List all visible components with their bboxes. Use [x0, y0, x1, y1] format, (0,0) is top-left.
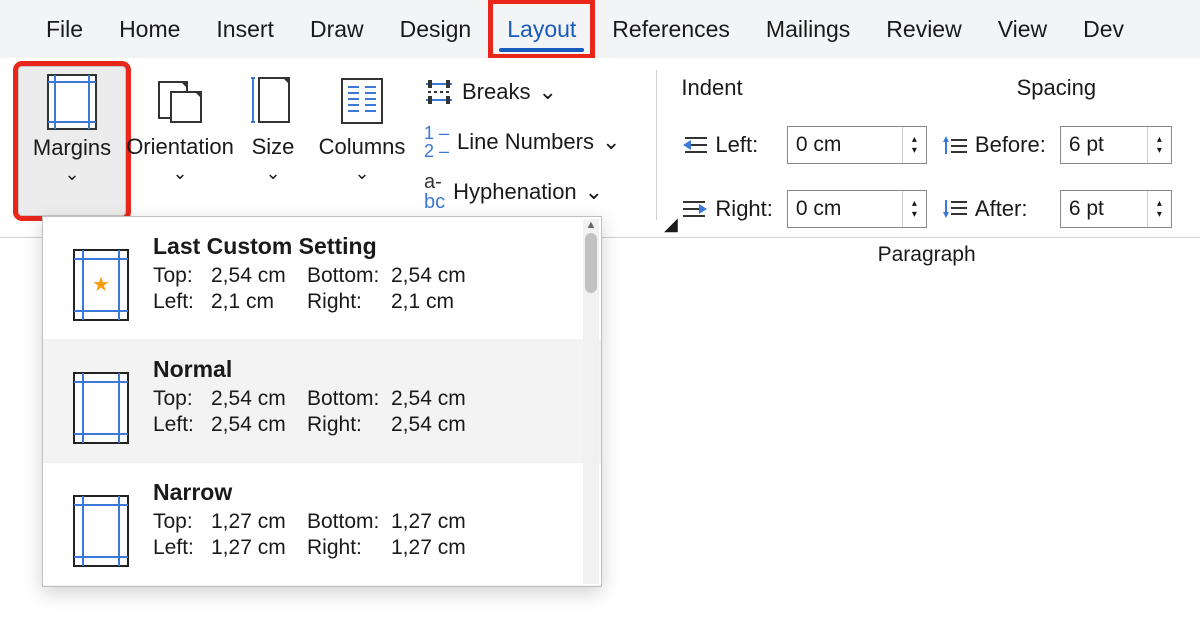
- columns-icon: [340, 72, 384, 130]
- page-setup-dialog-launcher[interactable]: ◢: [664, 214, 678, 235]
- margins-icon: [47, 73, 97, 131]
- preset-name: Narrow: [153, 479, 579, 506]
- page-thumb-icon: ★: [73, 372, 129, 444]
- page-thumb-icon: ★: [73, 249, 129, 321]
- line-numbers-label: Line Numbers: [457, 129, 594, 155]
- stepper-arrows-icon[interactable]: ▴▾: [1147, 191, 1171, 227]
- scrollbar[interactable]: [583, 219, 599, 584]
- spacing-before-value: 6 pt: [1069, 133, 1104, 157]
- indent-heading: Indent: [681, 75, 926, 101]
- preset-name: Normal: [153, 356, 579, 383]
- spacing-after-label: After:: [941, 196, 1046, 222]
- indent-left-icon: [681, 134, 709, 156]
- chevron-down-icon: ⌄: [354, 164, 369, 182]
- page-thumb-icon: ★: [73, 495, 129, 567]
- stepper-arrows-icon[interactable]: ▴▾: [902, 191, 926, 227]
- spacing-after-value: 6 pt: [1069, 197, 1104, 221]
- chevron-down-icon: ⌄: [585, 179, 603, 205]
- indent-right-icon: [681, 198, 709, 220]
- group-paragraph: Indent Spacing Left: 0 cm ▴▾ Before: 6 p…: [671, 58, 1181, 237]
- group-page-setup: Margins ⌄ Orientation ⌄: [0, 58, 642, 218]
- indent-right-label: Right:: [681, 196, 772, 222]
- chevron-down-icon: ⌄: [265, 164, 280, 182]
- margins-preset[interactable]: ★ NarrowTop:1,27 cmBottom:1,27 cmLeft:1,…: [43, 463, 601, 586]
- indent-left-value: 0 cm: [796, 133, 842, 157]
- spacing-before-icon: [941, 134, 969, 156]
- tab-layout[interactable]: Layout: [489, 0, 594, 58]
- margins-preset[interactable]: ★ Last Custom SettingTop:2,54 cmBottom:2…: [43, 217, 601, 340]
- tab-review[interactable]: Review: [868, 0, 979, 58]
- indent-left-label: Left:: [681, 132, 772, 158]
- indent-left-stepper[interactable]: 0 cm ▴▾: [787, 126, 927, 164]
- indent-right-value: 0 cm: [796, 197, 842, 221]
- indent-right-stepper[interactable]: 0 cm ▴▾: [787, 190, 927, 228]
- line-numbers-icon: 1 –2 –: [424, 124, 449, 160]
- breaks-button[interactable]: Breaks ⌄: [418, 70, 626, 114]
- columns-button[interactable]: Columns ⌄: [312, 66, 412, 216]
- margins-label: Margins: [33, 135, 111, 161]
- tab-strip: File Home Insert Draw Design Layout Refe…: [0, 0, 1200, 58]
- margins-dropdown: ★ Last Custom SettingTop:2,54 cmBottom:2…: [42, 216, 602, 587]
- ribbon-layout: Margins ⌄ Orientation ⌄: [0, 58, 1200, 238]
- columns-label: Columns: [319, 134, 406, 160]
- chevron-down-icon: ⌄: [602, 129, 620, 155]
- tab-mailings[interactable]: Mailings: [748, 0, 868, 58]
- orientation-label: Orientation: [126, 134, 234, 160]
- tab-home[interactable]: Home: [101, 0, 198, 58]
- spacing-before-label: Before:: [941, 132, 1046, 158]
- tab-dev[interactable]: Dev: [1065, 0, 1142, 58]
- hyphenation-label: Hyphenation: [453, 179, 577, 205]
- tab-file[interactable]: File: [28, 0, 101, 58]
- divider: [656, 70, 657, 220]
- spacing-heading: Spacing: [941, 75, 1172, 101]
- page-setup-stack: Breaks ⌄ 1 –2 – Line Numbers ⌄ a-bc Hyph…: [412, 66, 632, 214]
- breaks-icon: [424, 78, 454, 106]
- tab-view[interactable]: View: [980, 0, 1065, 58]
- tab-references[interactable]: References: [594, 0, 748, 58]
- tab-design[interactable]: Design: [382, 0, 490, 58]
- chevron-down-icon: ⌄: [172, 164, 187, 182]
- paragraph-group-caption: Paragraph: [878, 243, 976, 267]
- stepper-arrows-icon[interactable]: ▴▾: [1147, 127, 1171, 163]
- spacing-after-stepper[interactable]: 6 pt ▴▾: [1060, 190, 1172, 228]
- size-label: Size: [252, 134, 295, 160]
- margins-button[interactable]: Margins ⌄: [18, 66, 126, 216]
- breaks-label: Breaks: [462, 79, 530, 105]
- tab-draw[interactable]: Draw: [292, 0, 382, 58]
- svg-text:★: ★: [92, 274, 110, 296]
- chevron-down-icon: ⌄: [538, 79, 556, 105]
- hyphenation-icon: a-bc: [424, 172, 445, 212]
- line-numbers-button[interactable]: 1 –2 – Line Numbers ⌄: [418, 120, 626, 164]
- chevron-down-icon: ⌄: [64, 165, 79, 183]
- size-button[interactable]: Size ⌄: [234, 66, 312, 216]
- spacing-before-stepper[interactable]: 6 pt ▴▾: [1060, 126, 1172, 164]
- orientation-icon: [153, 72, 207, 130]
- preset-name: Last Custom Setting: [153, 233, 579, 260]
- margins-preset[interactable]: ★ NormalTop:2,54 cmBottom:2,54 cmLeft:2,…: [43, 340, 601, 463]
- size-icon: [249, 72, 297, 130]
- spacing-after-icon: [941, 198, 969, 220]
- hyphenation-button[interactable]: a-bc Hyphenation ⌄: [418, 170, 626, 214]
- stepper-arrows-icon[interactable]: ▴▾: [902, 127, 926, 163]
- orientation-button[interactable]: Orientation ⌄: [126, 66, 234, 216]
- tab-insert[interactable]: Insert: [198, 0, 292, 58]
